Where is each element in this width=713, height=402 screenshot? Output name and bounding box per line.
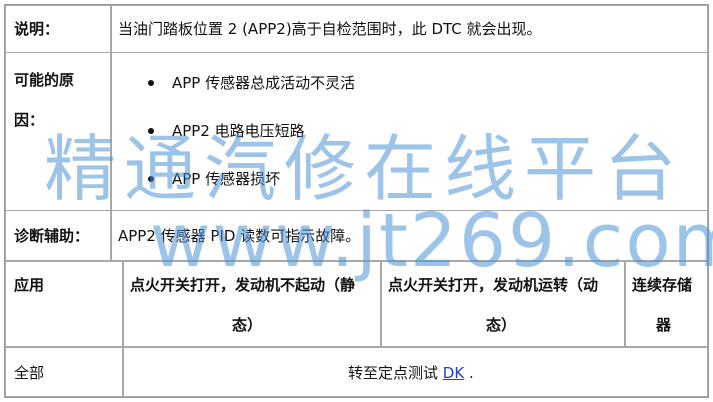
dtc-info-sheet: 说明： 当油门踏板位置 2 (APP2)高于自检范围时，此 DTC 就会出现。 …	[4, 4, 709, 398]
bullet-icon	[148, 80, 154, 86]
header-continuous-line2: 器	[656, 316, 672, 334]
header-koeo-line1: 点火开关打开，发动机不起动（静	[130, 276, 356, 294]
header-koeo-line2: 态）	[232, 316, 263, 334]
causes-list-cell: APP 传感器总成活动不灵活 APP2 电路电压短路 APP 传感器损坏	[111, 53, 708, 211]
causes-label-line2: 因：	[14, 111, 45, 129]
description-text-cell: 当油门踏板位置 2 (APP2)高于自检范围时，此 DTC 就会出现。	[111, 5, 708, 53]
list-item: APP 传感器总成活动不灵活	[148, 73, 355, 121]
row-action-suffix: .	[468, 364, 474, 382]
description-label-cell: 说明：	[5, 5, 111, 53]
pinpoint-test-dk-link[interactable]: DK	[443, 364, 464, 382]
bullet-icon	[148, 128, 154, 134]
row-application: 全部	[14, 364, 45, 382]
list-item: APP2 电路电压短路	[148, 121, 355, 169]
header-continuous-cell: 连续存储 器	[625, 261, 708, 347]
list-item: APP 传感器损坏	[148, 169, 355, 217]
causes-list: APP 传感器总成活动不灵活 APP2 电路电压短路 APP 传感器损坏	[148, 73, 355, 217]
row-application-cell: 全部	[5, 347, 123, 397]
row-action-prefix: 转至定点测试	[348, 364, 439, 382]
description-text: 当油门踏板位置 2 (APP2)高于自检范围时，此 DTC 就会出现。	[118, 20, 542, 38]
diagnostic-aid-text: APP2 传感器 PID 读数可指示故障。	[118, 227, 361, 245]
row-action: 转至定点测试 DK .	[348, 362, 474, 383]
header-koer-cell: 点火开关打开，发动机运转（动 态）	[381, 261, 625, 347]
diagnostic-aid-label-cell: 诊断辅助：	[5, 211, 111, 261]
causes-label-line1: 可能的原	[14, 71, 75, 89]
row-action-cell: 转至定点测试 DK .	[123, 347, 708, 397]
description-label: 说明：	[14, 20, 60, 38]
header-koer-line1: 点火开关打开，发动机运转（动	[388, 276, 599, 294]
bullet-icon	[148, 176, 154, 182]
diagnostic-aid-text-cell: APP2 传感器 PID 读数可指示故障。	[111, 211, 708, 261]
header-koer-line2: 态）	[486, 316, 517, 334]
causes-label-cell: 可能的原 因：	[5, 53, 111, 211]
header-application-cell: 应用	[5, 261, 123, 347]
header-continuous-line1: 连续存储	[632, 276, 693, 294]
diagnostic-aid-label: 诊断辅助：	[14, 227, 90, 245]
header-koeo-cell: 点火开关打开，发动机不起动（静 态）	[123, 261, 381, 347]
header-application: 应用	[14, 276, 45, 294]
